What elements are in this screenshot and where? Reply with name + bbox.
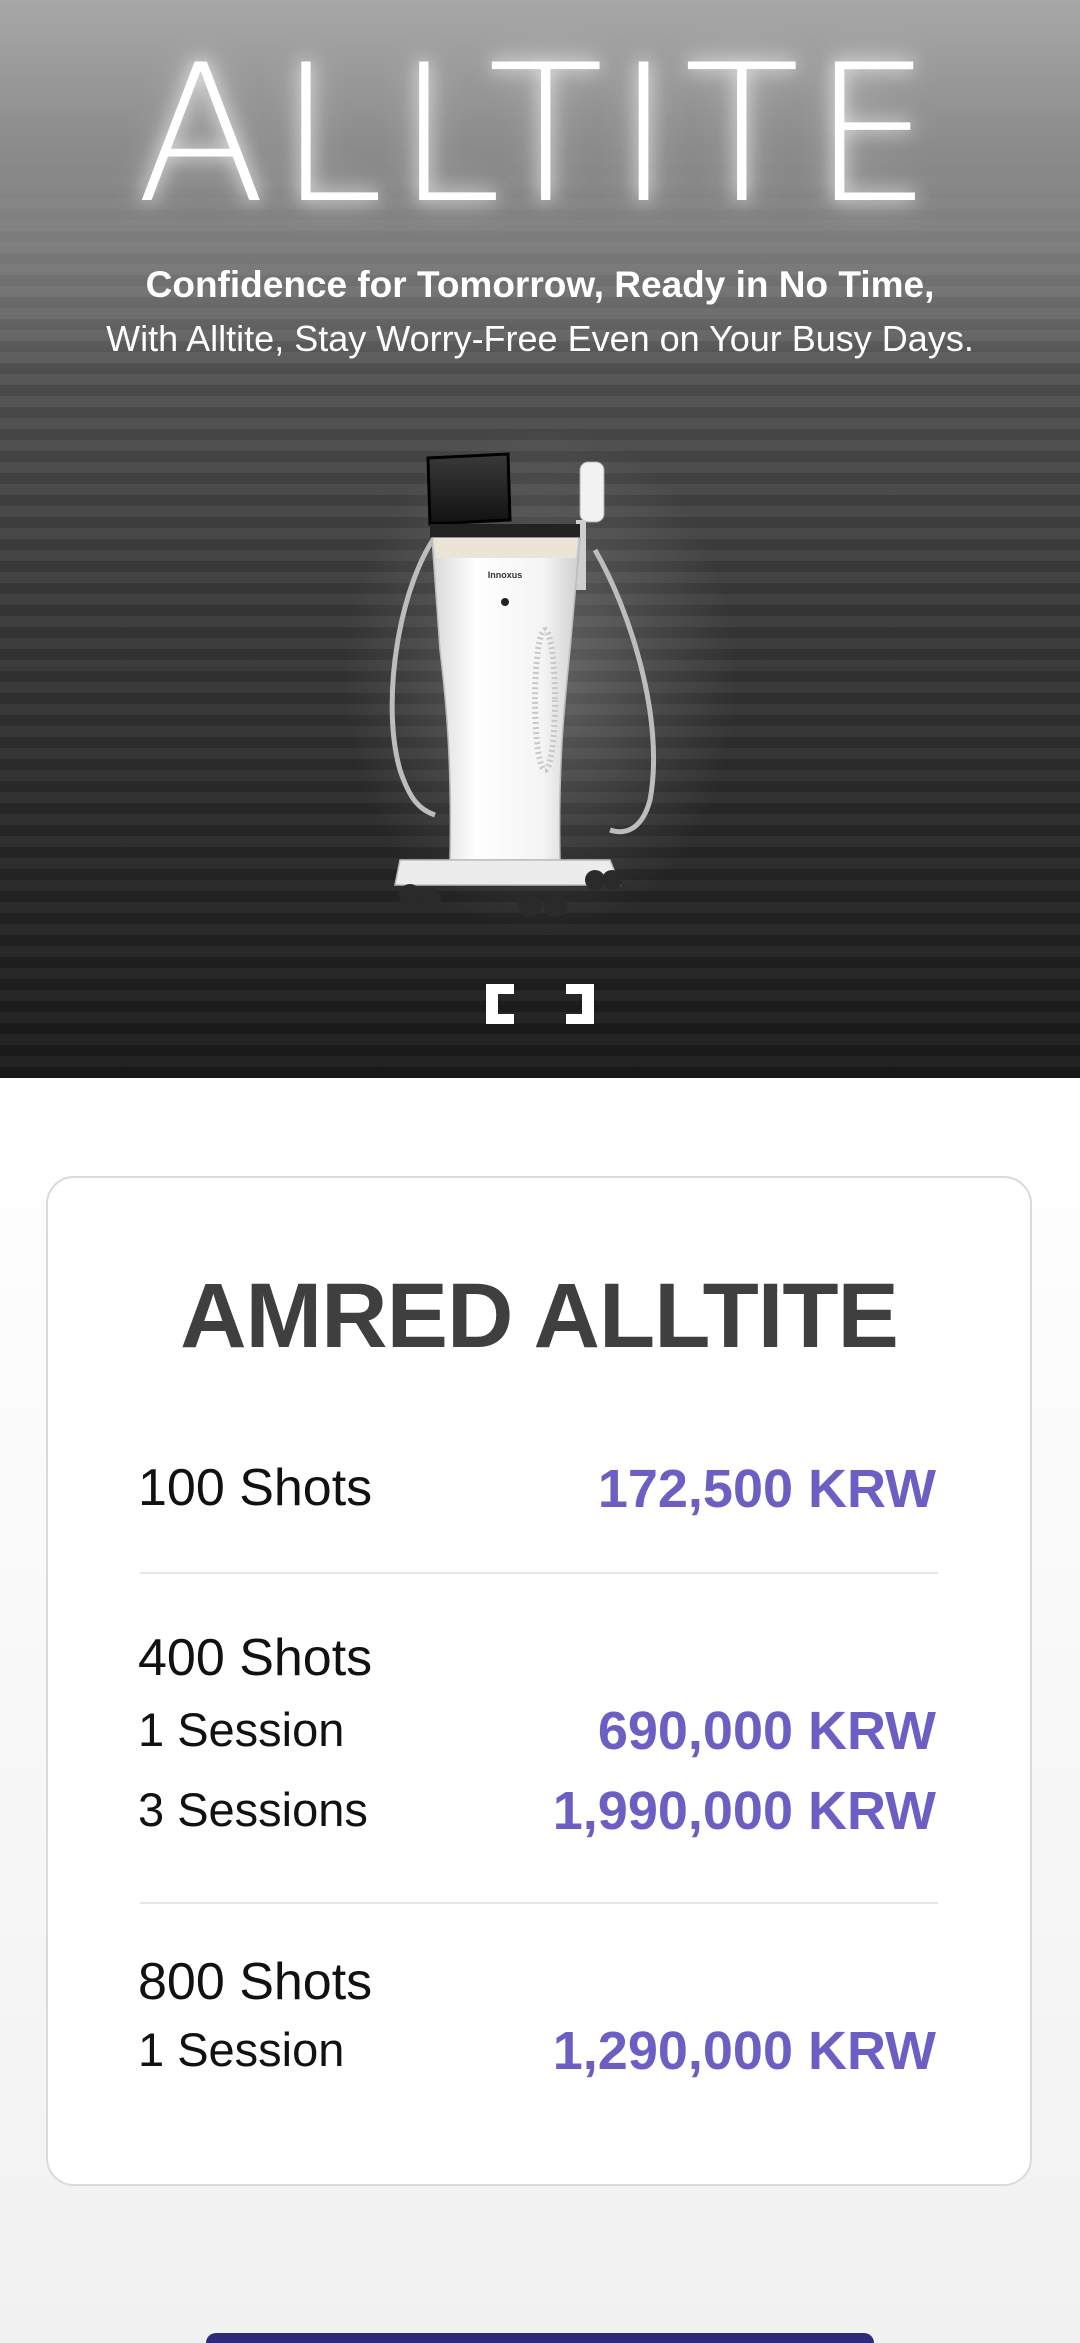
device-image: Innoxus [389,452,657,917]
shots-800-label: 800 Shots [138,1953,373,2011]
next-slide-button[interactable] [566,984,594,1024]
shots-400-label: 400 Shots [138,1629,373,1687]
shots-100-price: 172,500 KRW [597,1459,936,1519]
pricing-title: AMRED ALLTITE [180,1265,899,1367]
pricing-card: AMRED ALLTITE 100 Shots 172,500 KRW 400 … [46,1176,1032,2186]
carousel-controls [486,984,594,1024]
prev-slide-button[interactable] [486,984,514,1024]
device-brand-label: Innoxus [488,570,523,580]
shots-400-session3-label: 3 Sessions [138,1783,368,1836]
shots-800-session1-label: 1 Session [138,2023,345,2076]
shots-400-session1-price: 690,000 KRW [597,1701,936,1761]
hero-tagline: Confidence for Tomorrow, Ready in No Tim… [145,264,935,305]
shots-100-label: 100 Shots [138,1459,373,1517]
bottom-action-bar[interactable] [206,2333,874,2343]
divider [140,1902,938,1904]
divider [140,1572,938,1574]
hero-banner: ALLTITE Confidence for Tomorrow, Ready i… [0,0,1080,1078]
shots-400-session3-price: 1,990,000 KRW [552,1781,936,1841]
hero-title: ALLTITE [136,24,944,245]
shots-800-session1-price: 1,290,000 KRW [552,2021,936,2081]
shots-400-session1-label: 1 Session [138,1703,345,1756]
hero-subtitle: With Alltite, Stay Worry-Free Even on Yo… [106,318,974,359]
